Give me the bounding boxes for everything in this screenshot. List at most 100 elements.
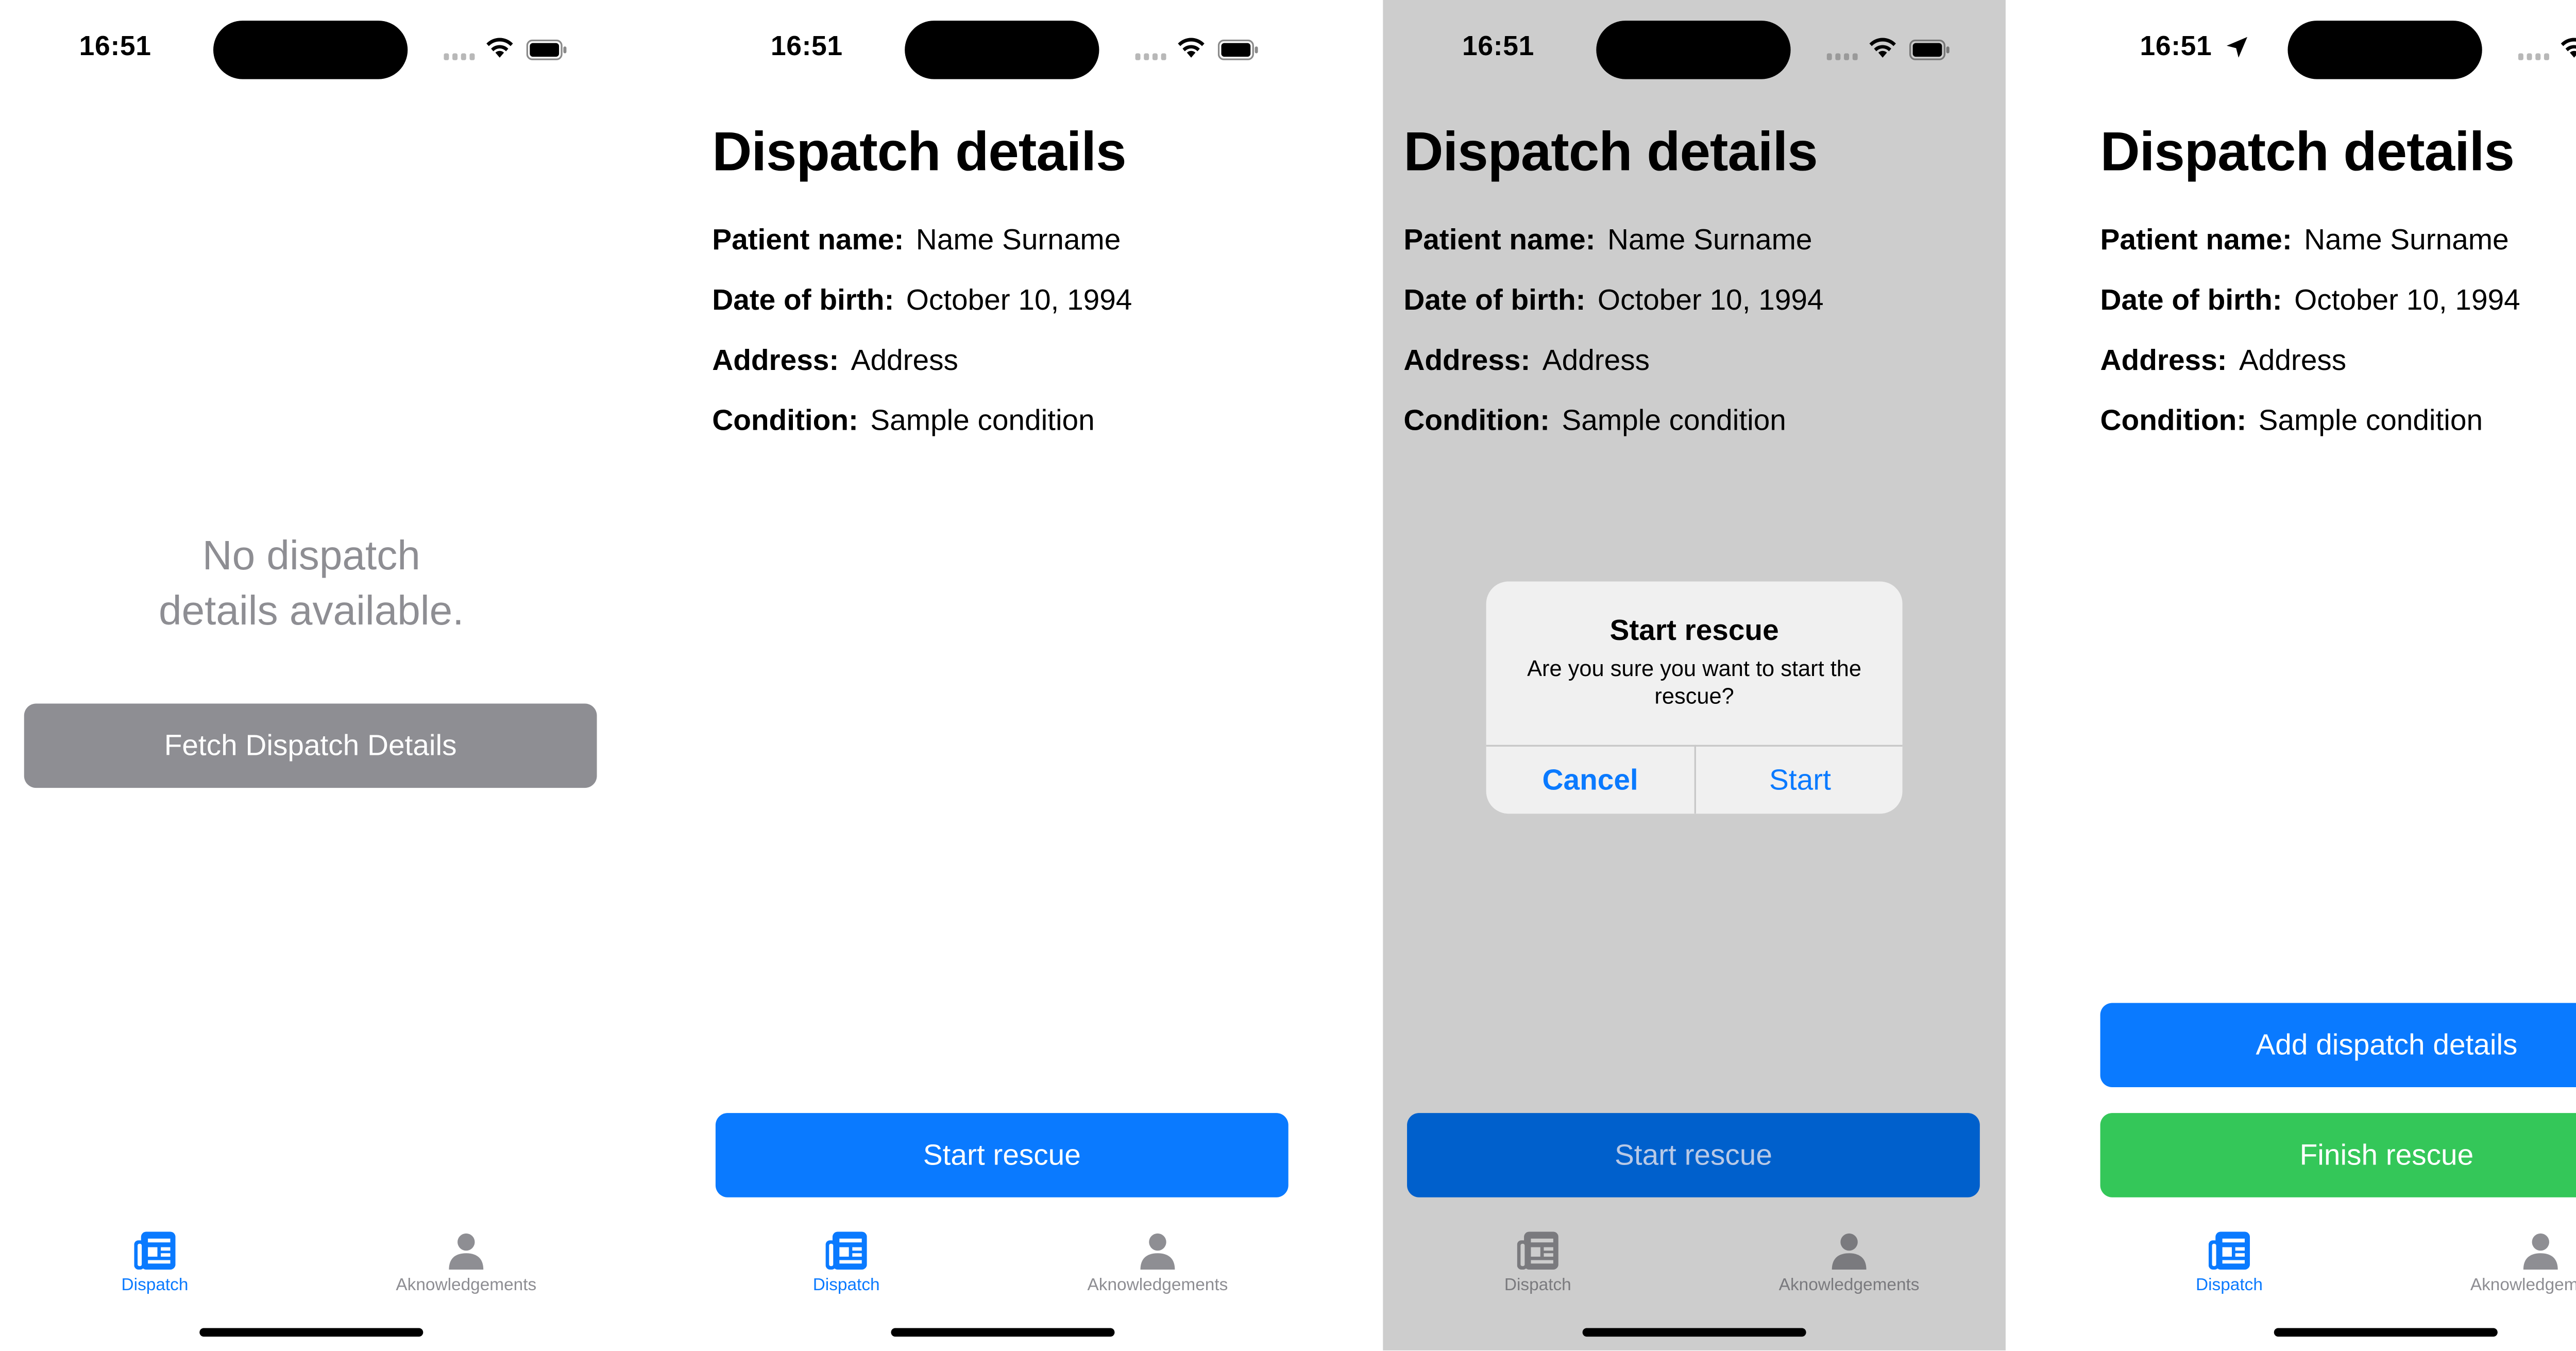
field-value: Name Surname xyxy=(1607,224,1812,257)
tab-dispatch-label: Dispatch xyxy=(812,1276,880,1296)
tab-dispatch-label: Dispatch xyxy=(2196,1276,2263,1296)
screen-rescue-in-progress: 16:51 Dispatch details Patient name: Name… xyxy=(2074,0,2576,1350)
person-icon xyxy=(1140,1233,1175,1270)
add-dispatch-details-button[interactable]: Add dispatch details xyxy=(2100,1003,2576,1088)
location-arrow-icon xyxy=(2226,37,2248,58)
field-value: Name Surname xyxy=(916,224,1121,257)
address-row: Address: Address xyxy=(712,344,958,379)
page-title: Dispatch details xyxy=(1403,120,1818,182)
home-indicator xyxy=(891,1328,1115,1337)
field-label: Date of birth: xyxy=(712,283,894,317)
dynamic-island xyxy=(1596,21,1791,79)
date-of-birth-row: Date of birth: October 10, 1994 xyxy=(1403,284,1823,318)
address-row: Address: Address xyxy=(1403,344,1650,379)
field-value: Name Surname xyxy=(2304,224,2509,257)
field-label: Date of birth: xyxy=(1403,283,1586,317)
person-icon xyxy=(1832,1233,1867,1270)
patient-name-row: Patient name: Name Surname xyxy=(712,224,1121,258)
tab-dispatch[interactable]: Dispatch xyxy=(43,1231,266,1301)
tab-aknowledgements-label: Aknowledgements xyxy=(2470,1276,2576,1296)
tab-dispatch-label: Dispatch xyxy=(1504,1276,1571,1296)
alert-message: Are you sure you want to start the rescu… xyxy=(1527,655,1862,709)
wifi-icon xyxy=(486,38,513,58)
home-indicator xyxy=(1582,1328,1806,1337)
field-value: Address xyxy=(851,344,958,377)
field-label: Condition: xyxy=(2100,404,2247,437)
empty-message: No dispatch details available. xyxy=(159,533,464,635)
date-of-birth-row: Date of birth: October 10, 1994 xyxy=(2100,284,2520,318)
tab-dispatch[interactable]: Dispatch xyxy=(2117,1231,2341,1301)
page-title: Dispatch details xyxy=(2100,120,2515,182)
alert-start-button[interactable]: Start xyxy=(1696,747,1903,814)
start-rescue-button: Start rescue xyxy=(1407,1113,1980,1197)
newspaper-icon xyxy=(134,1231,176,1270)
fetch-dispatch-details-button[interactable]: Fetch Dispatch Details xyxy=(24,703,597,788)
cellular-signal-icon xyxy=(1826,53,1858,60)
wifi-icon xyxy=(1178,38,1205,58)
field-value: Sample condition xyxy=(2258,404,2483,437)
battery-icon xyxy=(526,39,567,60)
condition-row: Condition: Sample condition xyxy=(712,404,1094,439)
status-time: 16:51 xyxy=(770,32,843,62)
date-of-birth-row: Date of birth: October 10, 1994 xyxy=(712,284,1132,318)
tab-aknowledgements[interactable]: Aknowledgements xyxy=(2429,1232,2576,1301)
cellular-signal-icon xyxy=(2518,53,2549,60)
field-value: October 10, 1994 xyxy=(2294,283,2520,317)
field-value: Sample condition xyxy=(870,404,1095,437)
dynamic-island xyxy=(213,21,408,79)
cellular-signal-icon xyxy=(444,53,475,60)
battery-icon xyxy=(1217,39,1258,60)
person-icon xyxy=(2523,1233,2558,1270)
home-indicator xyxy=(2274,1328,2498,1337)
newspaper-icon xyxy=(2208,1231,2250,1270)
field-value: Address xyxy=(1542,344,1650,377)
field-label: Address: xyxy=(1403,344,1531,377)
finish-rescue-button[interactable]: Finish rescue xyxy=(2100,1113,2576,1197)
screen-dispatch-details: 16:51 Dispatch details Patient name: Name… xyxy=(691,0,1314,1350)
condition-row: Condition: Sample condition xyxy=(2100,404,2483,439)
tab-aknowledgements-label: Aknowledgements xyxy=(1087,1276,1228,1296)
field-label: Condition: xyxy=(1403,404,1550,437)
dynamic-island xyxy=(905,21,1099,79)
tab-aknowledgements[interactable]: Aknowledgements xyxy=(354,1232,578,1301)
field-value: October 10, 1994 xyxy=(1597,283,1824,317)
field-label: Patient name: xyxy=(2100,224,2292,257)
screen-empty-state: 16:51 No dispatch details available. Fet… xyxy=(0,0,623,1350)
tab-aknowledgements-label: Aknowledgements xyxy=(1778,1276,1920,1296)
wifi-icon xyxy=(1869,38,1896,58)
patient-name-row: Patient name: Name Surname xyxy=(2100,224,2509,258)
field-value: Address xyxy=(2239,344,2347,377)
page-title: Dispatch details xyxy=(712,120,1126,182)
home-indicator xyxy=(199,1328,423,1337)
tab-dispatch: Dispatch xyxy=(1426,1231,1650,1301)
field-label: Patient name: xyxy=(1403,224,1596,257)
alert-title: Start rescue xyxy=(1609,614,1779,647)
person-icon xyxy=(449,1233,484,1270)
field-label: Patient name: xyxy=(712,224,904,257)
field-value: October 10, 1994 xyxy=(906,283,1132,317)
screen-start-rescue-alert: 16:51 Dispatch details Patient name: Name… xyxy=(1383,0,2006,1350)
tab-aknowledgements: Aknowledgements xyxy=(1737,1232,1961,1301)
status-time: 16:51 xyxy=(79,32,151,62)
patient-name-row: Patient name: Name Surname xyxy=(1403,224,1812,258)
tab-aknowledgements-label: Aknowledgements xyxy=(396,1276,537,1296)
field-label: Condition: xyxy=(712,404,858,437)
cellular-signal-icon xyxy=(1135,53,1166,60)
start-rescue-button[interactable]: Start rescue xyxy=(715,1113,1289,1197)
address-row: Address: Address xyxy=(2100,344,2347,379)
field-label: Address: xyxy=(712,344,839,377)
dynamic-island xyxy=(2287,21,2482,79)
field-value: Sample condition xyxy=(1562,404,1786,437)
condition-row: Condition: Sample condition xyxy=(1403,404,1786,439)
start-rescue-alert: Start rescue Are you sure you want to st… xyxy=(1486,581,1903,814)
tab-aknowledgements[interactable]: Aknowledgements xyxy=(1046,1232,1269,1301)
tab-dispatch-label: Dispatch xyxy=(121,1276,189,1296)
status-time: 16:51 xyxy=(1462,32,1534,62)
battery-icon xyxy=(1909,39,1950,60)
field-label: Date of birth: xyxy=(2100,283,2282,317)
newspaper-icon xyxy=(825,1231,867,1270)
alert-cancel-button[interactable]: Cancel xyxy=(1486,747,1694,814)
newspaper-icon xyxy=(1517,1231,1558,1270)
tab-dispatch[interactable]: Dispatch xyxy=(735,1231,958,1301)
status-time: 16:51 xyxy=(2140,32,2212,62)
